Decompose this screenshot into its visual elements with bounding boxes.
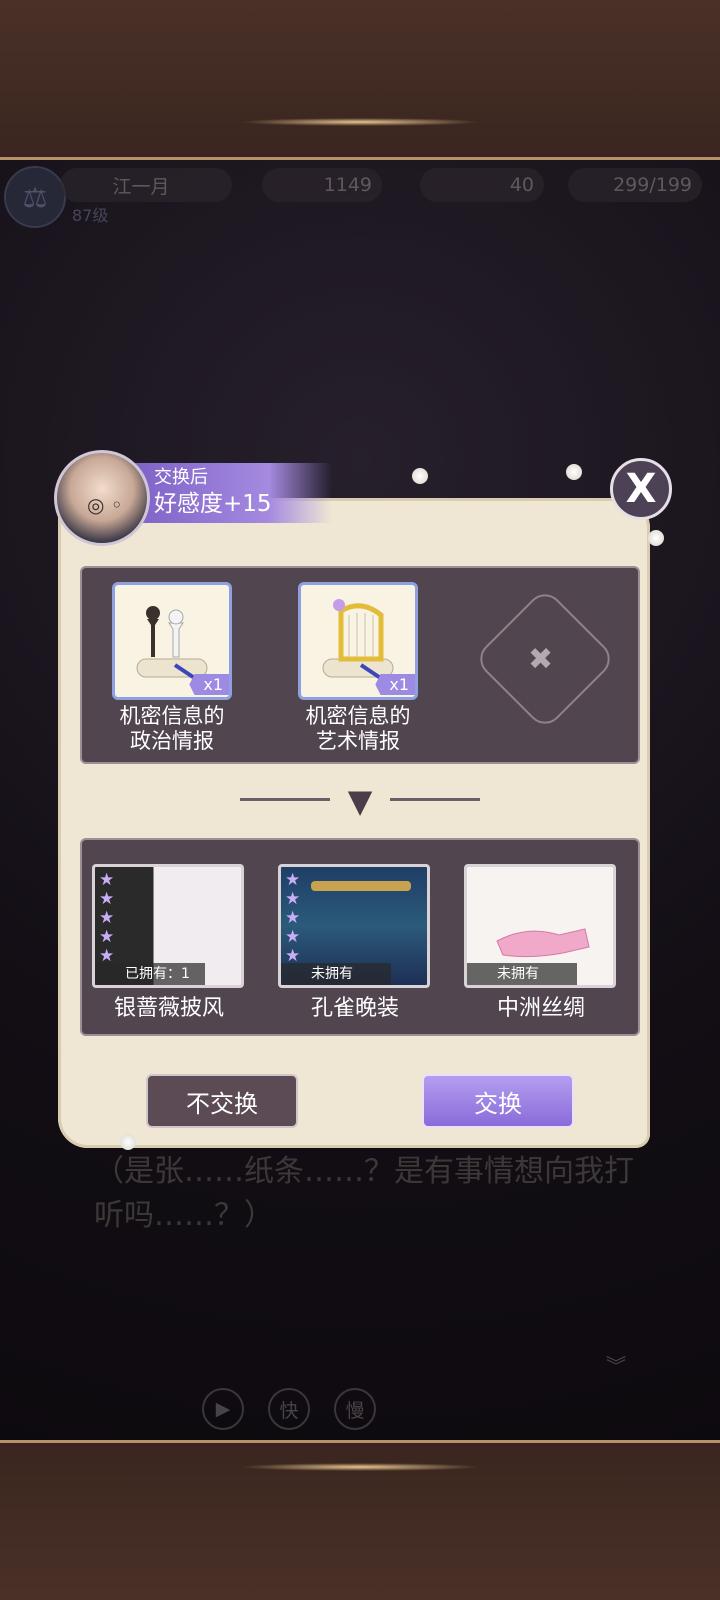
item-qty-badge: x1 [189,674,229,695]
exchange-button[interactable]: 交换 [422,1074,574,1128]
tag-affection: 好感度+15 [154,491,272,517]
rose-decoration [120,1134,136,1150]
reward-thumb-cape[interactable]: ★ ★ ★ ★ ★ 已拥有：1 [92,864,244,988]
reward-stars: ★ ★ ★ ★ ★ [285,870,301,966]
item-name-politics: 机密信息的 政治情报 [92,704,252,754]
item-name-arts: 机密信息的 艺术情报 [278,704,438,754]
down-arrow-icon: ▼ [347,782,373,820]
reward-owned: 未拥有 [281,963,391,985]
item-thumb-arts[interactable]: x1 [298,582,418,700]
cancel-button[interactable]: 不交换 [146,1074,298,1128]
item-name-line1: 机密信息的 [119,704,225,728]
reward-name-silk: 中洲丝绸 [496,996,585,1021]
character-portrait: ◎ ◦ [54,450,150,546]
affection-tag: 交换后 好感度+15 [122,463,332,523]
exchange-label: 交换 [474,1089,522,1118]
reward-thumb-dress[interactable]: ★ ★ ★ ★ ★ 未拥有 [278,864,430,988]
rose-decoration [566,464,582,480]
reward-owned: 未拥有 [467,963,577,985]
rose-decoration [412,468,428,484]
reward-name-dress: 孔雀晚装 [310,996,399,1021]
reward-stars: ★ ★ ★ ★ ★ [99,870,115,966]
bottom-frame [0,1440,720,1600]
divider-swirl-right [390,798,480,801]
item-name-line2: 艺术情报 [316,729,400,753]
bottom-ornament [240,1463,480,1471]
divider-swirl-left [240,798,330,801]
tag-subtitle: 交换后 [154,467,208,488]
close-button[interactable]: X [610,458,672,520]
close-icon: X [625,466,657,512]
monocle-icon: ◎ ◦ [87,493,123,517]
empty-slot-icon: ✖ [528,642,554,677]
item-thumb-politics[interactable]: x1 [112,582,232,700]
necklace-icon [311,881,411,891]
reward-owned: 已拥有：1 [95,963,205,985]
top-frame [0,0,720,160]
item-name-line2: 政治情报 [130,729,214,753]
cancel-label: 不交换 [186,1089,258,1118]
top-ornament [240,118,480,126]
reward-name-cape: 银蔷薇披风 [113,996,224,1021]
item-qty-badge: x1 [375,674,415,695]
item-name-line1: 机密信息的 [305,704,411,728]
reward-thumb-silk[interactable]: 未拥有 [464,864,616,988]
rose-decoration [648,530,664,546]
